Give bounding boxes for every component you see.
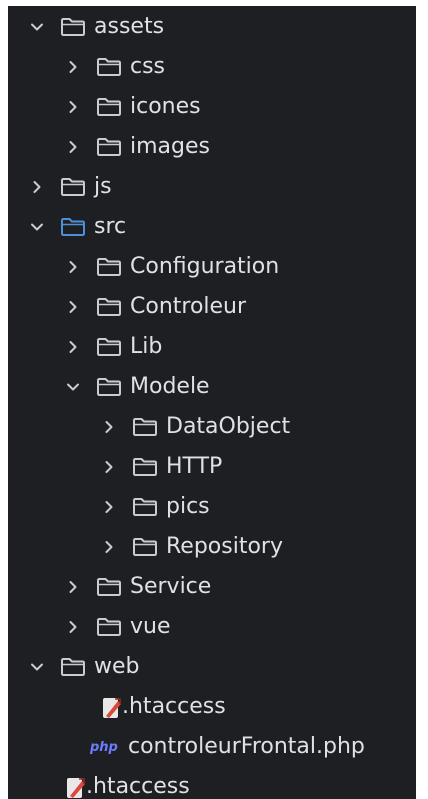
chevron-down-icon[interactable] — [30, 20, 44, 34]
tree-item-label: icones — [130, 94, 201, 119]
chevron-right-icon[interactable] — [102, 420, 116, 434]
tree-item-label: Lib — [130, 334, 163, 359]
folder-icon — [132, 417, 158, 437]
folder-icon — [96, 97, 122, 117]
folder-icon — [96, 377, 122, 397]
folder-icon — [60, 657, 86, 677]
tree-item-label: Modele — [130, 374, 210, 399]
folder-icon — [96, 137, 122, 157]
tree-item-repository[interactable]: Repository — [8, 527, 416, 567]
tree-item-label: Service — [130, 574, 212, 599]
tree-item-images[interactable]: images — [8, 127, 416, 167]
tree-item-label: src — [94, 214, 127, 239]
tree-item-label: .htaccess — [122, 694, 226, 719]
tree-item-lib[interactable]: Lib — [8, 327, 416, 367]
tree-item-configuration[interactable]: Configuration — [8, 247, 416, 287]
tree-item-label: Repository — [166, 534, 283, 559]
htaccess-file-icon — [100, 696, 124, 720]
tree-item-css[interactable]: css — [8, 47, 416, 87]
tree-item-pics[interactable]: pics — [8, 487, 416, 527]
php-file-icon: php — [90, 740, 118, 755]
tree-item-dataobject[interactable]: DataObject — [8, 407, 416, 447]
tree-item-dot-htaccess[interactable]: .htaccess — [8, 687, 416, 727]
chevron-down-icon[interactable] — [30, 660, 44, 674]
tree-item-label: .htaccess — [86, 774, 190, 799]
htaccess-file-icon — [64, 776, 88, 799]
tree-item-assets[interactable]: assets — [8, 7, 416, 47]
tree-item-label: HTTP — [166, 454, 223, 479]
tree-item-label: controleurFrontal.php — [128, 734, 365, 759]
tree-item-label: vue — [130, 614, 171, 639]
folder-icon — [96, 57, 122, 77]
tree-item-dot-htaccess[interactable]: .htaccess — [8, 767, 416, 799]
folder-icon — [60, 177, 86, 197]
tree-item-label: web — [94, 654, 140, 679]
tree-item-label: css — [130, 54, 166, 79]
chevron-right-icon[interactable] — [66, 60, 80, 74]
folder-icon — [96, 617, 122, 637]
chevron-right-icon[interactable] — [66, 580, 80, 594]
tree-item-web[interactable]: web — [8, 647, 416, 687]
folder-icon — [132, 497, 158, 517]
folder-icon — [132, 537, 158, 557]
folder-icon — [60, 217, 86, 237]
tree-item-label: DataObject — [166, 414, 291, 439]
tree-item-controleur[interactable]: Controleur — [8, 287, 416, 327]
tree-item-label: pics — [166, 494, 210, 519]
tree-item-label: images — [130, 134, 210, 159]
chevron-right-icon[interactable] — [102, 460, 116, 474]
tree-item-http[interactable]: HTTP — [8, 447, 416, 487]
folder-icon — [96, 257, 122, 277]
tree-item-modele[interactable]: Modele — [8, 367, 416, 407]
chevron-right-icon[interactable] — [102, 500, 116, 514]
tree-item-label: js — [94, 174, 112, 199]
folder-icon — [96, 297, 122, 317]
chevron-right-icon[interactable] — [102, 540, 116, 554]
folder-icon — [132, 457, 158, 477]
folder-icon — [60, 17, 86, 37]
tree-item-vue[interactable]: vue — [8, 607, 416, 647]
folder-icon — [96, 577, 122, 597]
tree-item-src[interactable]: src — [8, 207, 416, 247]
tree-item-service[interactable]: Service — [8, 567, 416, 607]
tree-item-controleurfrontal-php[interactable]: php controleurFrontal.php — [8, 727, 416, 767]
tree-item-label: assets — [94, 14, 165, 39]
chevron-right-icon[interactable] — [66, 260, 80, 274]
chevron-right-icon[interactable] — [66, 300, 80, 314]
tree-item-label: Configuration — [130, 254, 280, 279]
chevron-down-icon[interactable] — [66, 380, 80, 394]
folder-icon — [96, 337, 122, 357]
chevron-down-icon[interactable] — [30, 220, 44, 234]
chevron-right-icon[interactable] — [66, 340, 80, 354]
tree-item-label: Controleur — [130, 294, 247, 319]
chevron-right-icon[interactable] — [66, 100, 80, 114]
chevron-right-icon[interactable] — [66, 620, 80, 634]
chevron-right-icon[interactable] — [30, 180, 44, 194]
tree-item-icones[interactable]: icones — [8, 87, 416, 127]
tree-item-js[interactable]: js — [8, 167, 416, 207]
chevron-right-icon[interactable] — [66, 140, 80, 154]
project-tree-panel: assets css icones images js src Configuration C… — [8, 6, 416, 799]
